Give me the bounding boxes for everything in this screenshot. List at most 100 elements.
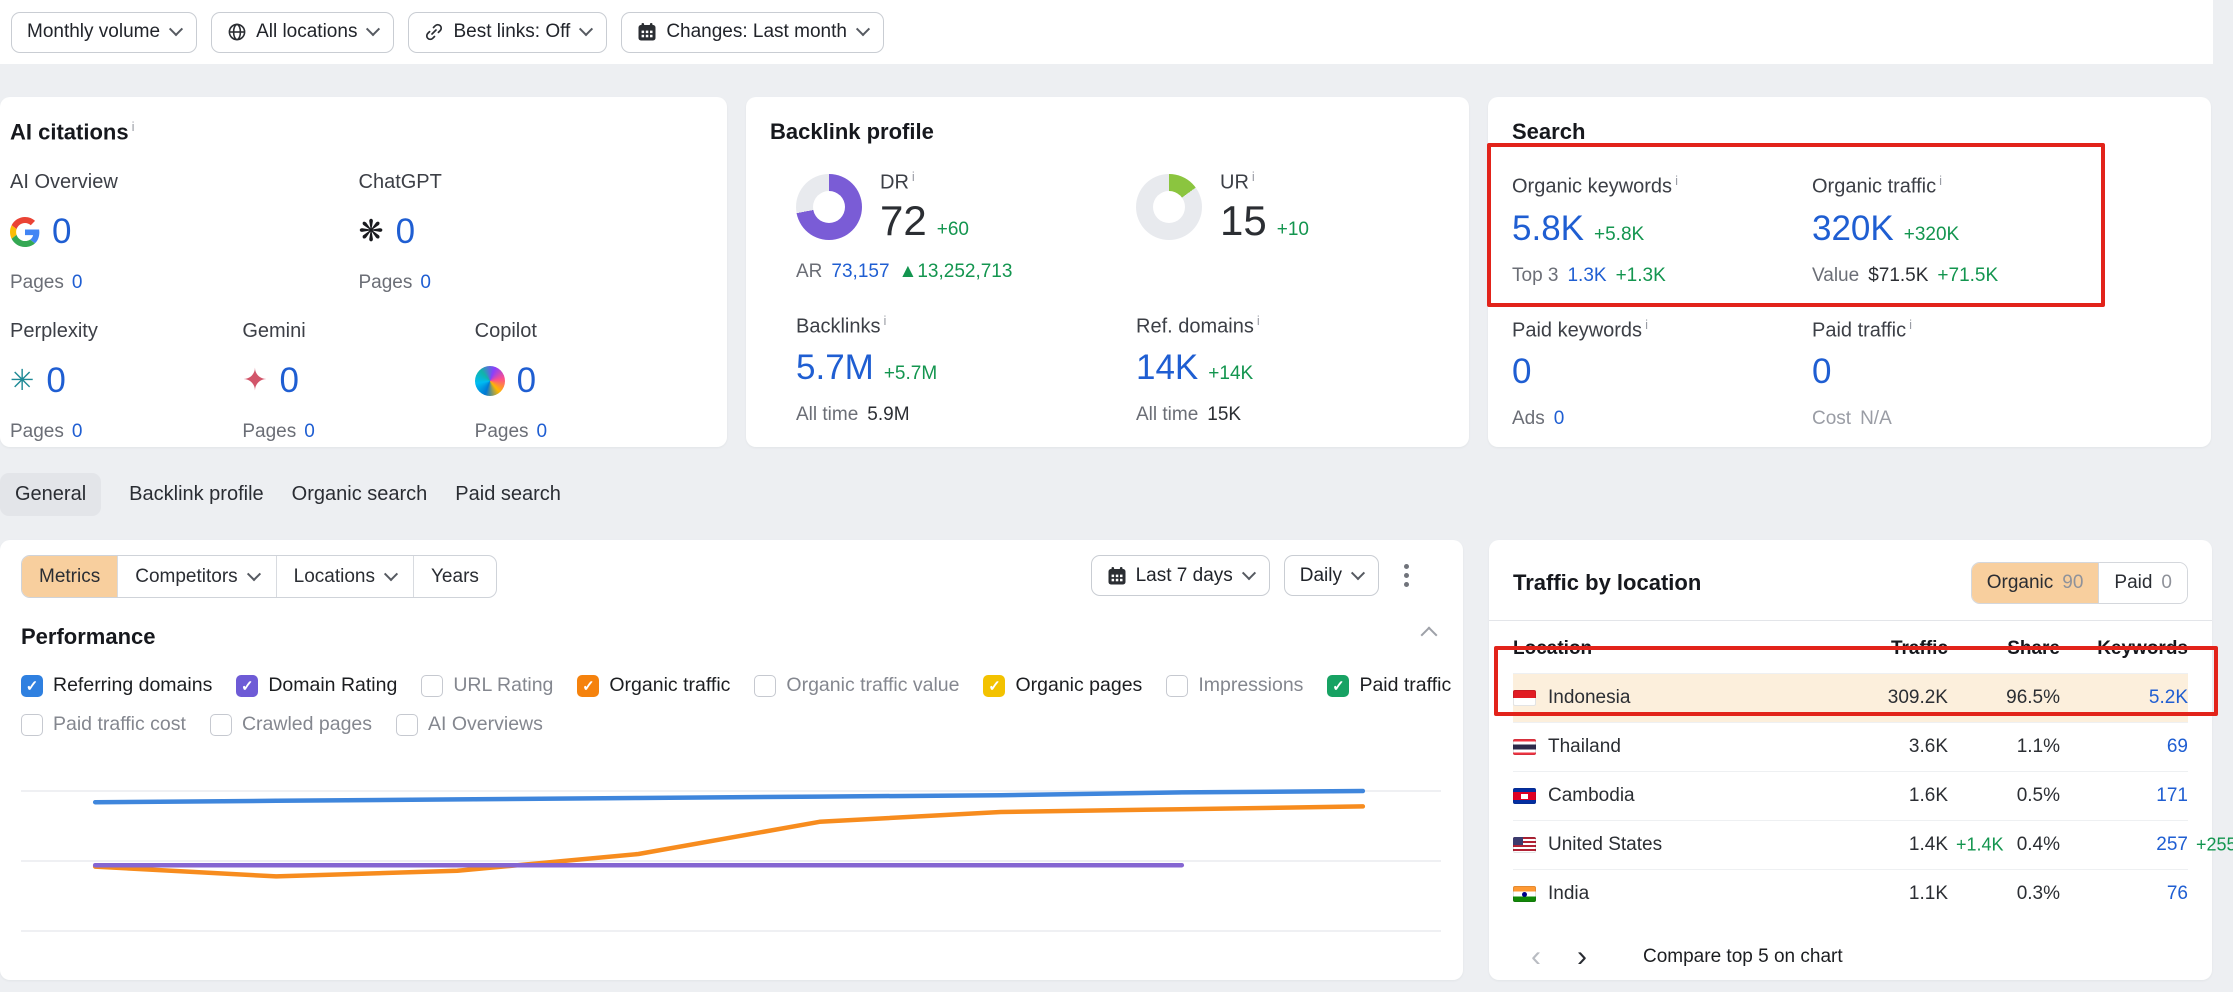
dr-delta: +60: [937, 219, 969, 241]
segment-locations[interactable]: Locations: [276, 556, 413, 597]
tab-paid-search[interactable]: Paid search: [455, 473, 561, 516]
locations-dropdown[interactable]: All locations: [211, 12, 394, 53]
link-icon: [424, 22, 444, 42]
info-icon[interactable]: i: [912, 169, 915, 184]
pages-label: Pages: [242, 421, 296, 442]
view-segmented-control: Metrics Competitors Locations Years: [21, 555, 497, 598]
next-page-button[interactable]: ›: [1559, 942, 1605, 972]
backlink-profile-title: Backlink profile: [770, 119, 1445, 145]
info-icon[interactable]: i: [883, 313, 886, 328]
url-rating-block: URi 15+10: [1136, 169, 1445, 245]
ur-label: URi: [1220, 169, 1309, 195]
chevron-down-icon: [247, 567, 261, 581]
column-share: Share: [1948, 638, 2060, 660]
pages-count-link[interactable]: 0: [72, 421, 83, 442]
united-states-flag-icon: [1513, 837, 1536, 853]
location-row-indonesia[interactable]: Indonesia 309.2K 96.5% 5.2K: [1513, 673, 2188, 722]
date-range-dropdown[interactable]: Last 7 days: [1091, 555, 1270, 596]
collapse-section-button[interactable]: [1423, 628, 1435, 646]
checkbox[interactable]: [421, 675, 443, 697]
pages-label: Pages: [10, 421, 64, 442]
organic-traffic-delta: +320K: [1904, 224, 1959, 246]
pages-count-link[interactable]: 0: [72, 272, 83, 293]
metric-checkbox-url-rating[interactable]: URL Rating: [421, 674, 553, 697]
metric-checkbox-paid-traffic[interactable]: ✓Paid traffic: [1327, 674, 1451, 697]
location-row-india[interactable]: India 1.1K 0.3% 76: [1513, 869, 2188, 918]
checkbox[interactable]: ✓: [236, 675, 258, 697]
info-icon[interactable]: i: [1252, 169, 1255, 184]
openai-icon: ❋: [359, 217, 384, 247]
checkbox[interactable]: ✓: [21, 675, 43, 697]
metric-checkbox-organic-pages[interactable]: ✓Organic pages: [983, 674, 1142, 697]
copilot-count: 0: [517, 361, 536, 401]
metric-checkbox-paid-traffic-cost[interactable]: Paid traffic cost: [21, 713, 186, 736]
segment-years[interactable]: Years: [413, 556, 496, 597]
changes-dropdown[interactable]: Changes: Last month: [621, 12, 884, 53]
checkbox[interactable]: ✓: [577, 675, 599, 697]
authority-rank-line: AR 73,157 ▲13,252,713: [796, 261, 1136, 283]
tab-organic-search[interactable]: Organic search: [292, 473, 428, 516]
metric-checkbox-impressions[interactable]: Impressions: [1166, 674, 1303, 697]
location-row-cambodia[interactable]: Cambodia 1.6K 0.5% 171: [1513, 771, 2188, 820]
chevron-up-icon: [1421, 627, 1438, 644]
pages-count-link[interactable]: 0: [537, 421, 548, 442]
ai-overview-count: 0: [52, 212, 71, 252]
ads-link[interactable]: 0: [1554, 408, 1565, 430]
info-icon[interactable]: i: [1909, 317, 1912, 332]
metric-checkbox-domain-rating[interactable]: ✓Domain Rating: [236, 674, 397, 697]
checkbox[interactable]: ✓: [1327, 675, 1349, 697]
organic-keywords-delta: +5.8K: [1594, 224, 1644, 246]
perplexity-label: Perplexity: [10, 320, 242, 343]
calendar-icon: [1107, 566, 1127, 586]
metric-checkbox-organic-traffic[interactable]: ✓Organic traffic: [577, 674, 730, 697]
compare-top5-button[interactable]: Compare top 5 on chart: [1643, 946, 1843, 968]
copilot-label: Copilot: [475, 320, 707, 343]
backlinks-metric: Backlinksi 5.7M+5.7M All time5.9M: [796, 313, 1136, 427]
metric-checkbox-referring-domains[interactable]: ✓Referring domains: [21, 674, 212, 697]
info-icon[interactable]: i: [1257, 313, 1260, 328]
info-icon[interactable]: i: [132, 119, 135, 134]
checkbox[interactable]: [754, 675, 776, 697]
keywords-link[interactable]: 171: [2156, 785, 2188, 806]
keywords-link[interactable]: 69: [2167, 736, 2188, 757]
info-icon[interactable]: i: [1675, 173, 1678, 188]
segment-competitors[interactable]: Competitors: [117, 556, 275, 597]
tab-general[interactable]: General: [0, 473, 101, 516]
previous-page-button[interactable]: ‹: [1513, 942, 1559, 972]
keywords-link[interactable]: 257: [2156, 834, 2188, 855]
chatgpt-count: 0: [396, 212, 415, 252]
toggle-organic[interactable]: Organic90: [1972, 563, 2099, 603]
info-icon[interactable]: i: [1645, 317, 1648, 332]
location-row-thailand[interactable]: Thailand 3.6K 1.1% 69: [1513, 722, 2188, 771]
metric-checkbox-ai-overviews[interactable]: AI Overviews: [396, 713, 543, 736]
pages-count-link[interactable]: 0: [304, 421, 315, 442]
keywords-link[interactable]: 5.2K: [2149, 687, 2188, 708]
granularity-dropdown[interactable]: Daily: [1284, 555, 1379, 596]
segment-metrics[interactable]: Metrics: [22, 556, 117, 597]
performance-title: Performance: [21, 624, 156, 650]
metric-toggles-row-1: ✓Referring domains ✓Domain Rating URL Ra…: [21, 674, 1443, 697]
pages-count-link[interactable]: 0: [420, 272, 431, 293]
best-links-dropdown[interactable]: Best links: Off: [408, 12, 607, 53]
checkbox[interactable]: [21, 714, 43, 736]
up-arrow-icon: ▲: [899, 261, 918, 282]
ar-value-link[interactable]: 73,157: [831, 261, 889, 283]
copilot-icon: [475, 366, 505, 396]
toggle-paid[interactable]: Paid0: [2098, 563, 2187, 603]
metric-checkbox-organic-traffic-value[interactable]: Organic traffic value: [754, 674, 959, 697]
more-options-menu[interactable]: [1393, 555, 1419, 596]
organic-keywords-value: 5.8K: [1512, 209, 1584, 249]
checkbox[interactable]: [210, 714, 232, 736]
top3-link[interactable]: 1.3K: [1567, 265, 1606, 287]
keywords-link[interactable]: 76: [2167, 883, 2188, 904]
tab-backlink-profile[interactable]: Backlink profile: [129, 473, 264, 516]
checkbox[interactable]: [1166, 675, 1188, 697]
organic-paid-toggle: Organic90 Paid0: [1971, 562, 2188, 604]
checkbox[interactable]: ✓: [983, 675, 1005, 697]
monthly-volume-dropdown[interactable]: Monthly volume: [11, 12, 197, 53]
metric-checkbox-crawled-pages[interactable]: Crawled pages: [210, 713, 372, 736]
checkbox[interactable]: [396, 714, 418, 736]
location-row-united-states[interactable]: United States 1.4K+1.4K 0.4% 257+255: [1513, 820, 2188, 869]
chevron-down-icon: [1242, 566, 1256, 580]
info-icon[interactable]: i: [1939, 173, 1942, 188]
